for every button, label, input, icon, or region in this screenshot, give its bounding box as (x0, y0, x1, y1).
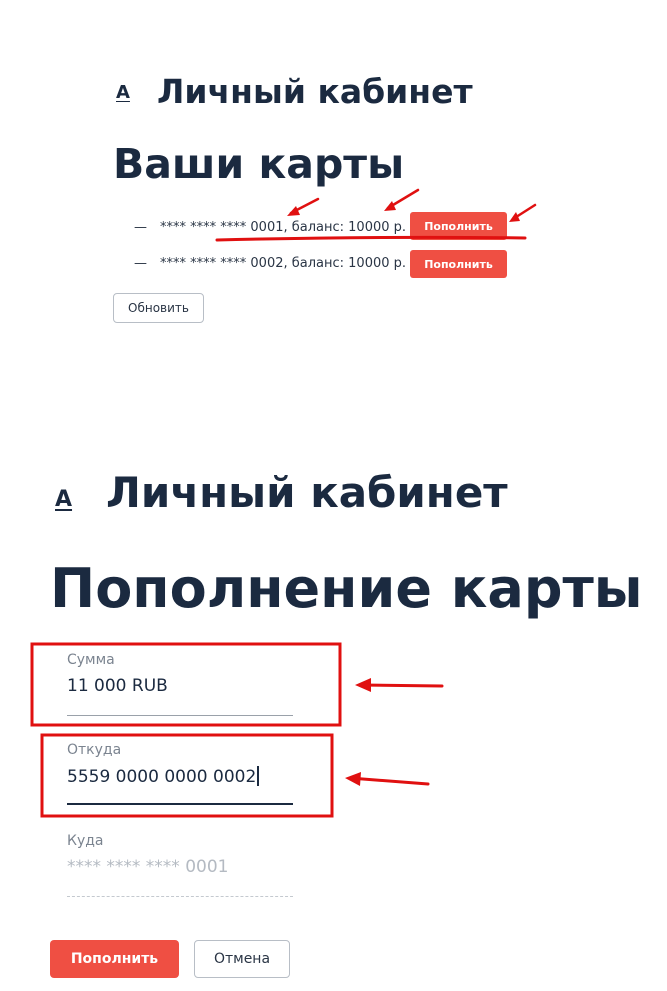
top-up-button[interactable]: Пополнить (410, 250, 507, 278)
card-list-item: — **** **** **** 0001, баланс: 10000 р. (134, 213, 406, 241)
text-cursor (257, 766, 259, 786)
cabinet-title: Личный кабинет (106, 468, 508, 517)
source-card-field[interactable]: Откуда 5559 0000 0000 0002 (67, 742, 293, 807)
annotation-arrow-icon (511, 203, 537, 221)
destination-card-underline (67, 896, 293, 897)
page-title: Пополнение карты (50, 557, 643, 620)
annotation-arrowhead-icon (384, 201, 396, 211)
page-title: Ваши карты (113, 140, 405, 188)
source-card-label: Откуда (67, 742, 122, 758)
annotation-arrowhead-icon (345, 772, 361, 786)
card-list-item: — **** **** **** 0002, баланс: 10000 р. (134, 249, 406, 277)
card-info: **** **** **** 0002, баланс: 10000 р. (160, 255, 407, 271)
card-info: **** **** **** 0001, баланс: 10000 р. (160, 219, 407, 235)
amount-label: Сумма (67, 652, 115, 668)
annotation-arrow-icon (386, 188, 420, 210)
amount-underline (67, 715, 293, 716)
list-dash: — (134, 255, 147, 271)
submit-top-up-button[interactable]: Пополнить (50, 940, 179, 978)
top-up-button[interactable]: Пополнить (410, 212, 507, 240)
annotation-arrow-icon (289, 197, 320, 215)
logo-icon: А (116, 82, 130, 103)
source-card-underline (67, 803, 293, 805)
annotation-arrow-icon (358, 683, 444, 688)
amount-input[interactable]: 11 000 RUB (67, 676, 293, 696)
annotation-arrowhead-icon (509, 212, 520, 222)
cabinet-title: Личный кабинет (157, 72, 473, 111)
list-dash: — (134, 219, 147, 235)
destination-card-label: Куда (67, 833, 104, 849)
cancel-button[interactable]: Отмена (194, 940, 290, 978)
source-card-input[interactable]: 5559 0000 0000 0002 (67, 767, 256, 787)
annotation-arrow-icon (348, 776, 430, 786)
destination-card-field[interactable]: Куда **** **** **** 0001 (67, 833, 293, 898)
refresh-button[interactable]: Обновить (113, 293, 204, 323)
annotation-arrowhead-icon (355, 678, 371, 692)
destination-card-input[interactable]: **** **** **** 0001 (67, 857, 293, 877)
amount-field[interactable]: Сумма 11 000 RUB (67, 652, 293, 717)
logo-icon: А (55, 487, 73, 512)
